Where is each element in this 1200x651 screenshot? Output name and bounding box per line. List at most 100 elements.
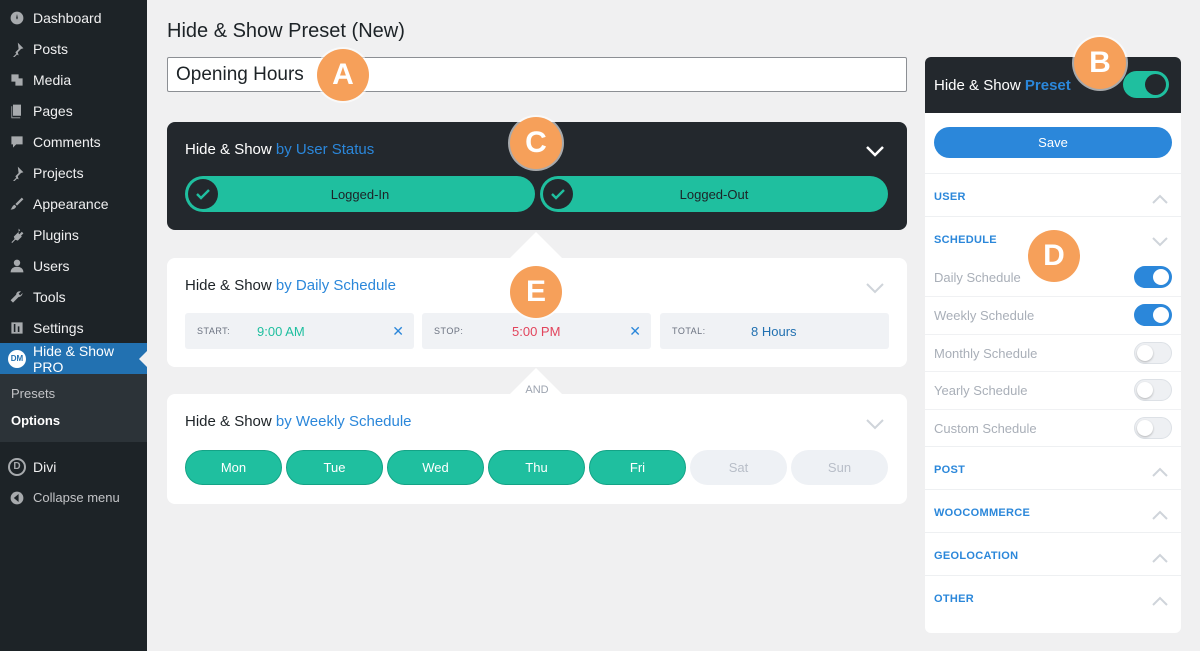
sidebar-item-label: Divi [33,458,57,475]
day-toggle-thu[interactable]: Thu [488,450,585,485]
annotation-marker-a: A [317,49,369,101]
clear-icon[interactable]: ✕ [392,323,404,340]
user-status-title: Hide & Show by User Status [185,141,375,158]
weekly-schedule-title: Hide & Show by Weekly Schedule [185,413,412,430]
check-icon [188,179,218,209]
sidebar-item-media[interactable]: Media [0,64,147,95]
comment-icon [8,133,26,151]
section-other[interactable]: OTHER [925,575,1181,618]
sidebar-item-divi[interactable]: D Divi [0,451,147,482]
sidebar-item-label: Pages [33,102,73,119]
sidebar-item-posts[interactable]: Posts [0,33,147,64]
sidebar-item-label: Posts [33,40,69,57]
option-custom-schedule: Custom Schedule [925,409,1181,446]
submenu-item-presets[interactable]: Presets [0,380,147,407]
dashboard-icon [8,9,26,27]
option-weekly-schedule: Weekly Schedule [925,296,1181,333]
sidebar-item-label: Dashboard [33,9,102,26]
sidebar-item-label: Plugins [33,226,79,243]
day-toggle-mon[interactable]: Mon [185,450,282,485]
chevron-up-icon [1152,593,1168,606]
chevron-down-icon [1152,234,1168,247]
chevron-up-icon [1152,507,1168,520]
preset-name-input[interactable] [167,57,907,92]
user-icon [8,257,26,275]
chevron-up-icon [1152,550,1168,563]
sidebar-item-label: Settings [33,319,84,336]
preset-enabled-toggle[interactable] [1123,71,1169,98]
sidebar-item-projects[interactable]: Projects [0,157,147,188]
sidebar-item-pages[interactable]: Pages [0,95,147,126]
pin-icon [8,40,26,58]
sidebar-item-settings[interactable]: Settings [0,312,147,343]
connector-arrow [510,232,562,258]
panel-header: Hide & Show Preset [925,57,1181,113]
sidebar-item-tools[interactable]: Tools [0,281,147,312]
check-icon [543,179,573,209]
collapse-menu-button[interactable]: Collapse menu [0,482,147,513]
sidebar-item-label: Appearance [33,195,109,212]
media-icon [8,71,26,89]
collapse-chevron-icon[interactable] [865,144,885,157]
collapse-arrow-icon [8,489,26,507]
sidebar-item-dashboard[interactable]: Dashboard [0,2,147,33]
day-toggle-fri[interactable]: Fri [589,450,686,485]
sidebar-item-appearance[interactable]: Appearance [0,188,147,219]
day-toggle-sun[interactable]: Sun [791,450,888,485]
sidebar-item-plugins[interactable]: Plugins [0,219,147,250]
chevron-up-icon [1152,191,1168,204]
sidebar-item-users[interactable]: Users [0,250,147,281]
pin-icon [8,164,26,182]
daily-schedule-toggle[interactable] [1134,266,1172,288]
day-toggle-sat[interactable]: Sat [690,450,787,485]
sidebar-item-hide-show-pro[interactable]: DM Hide & Show PRO [0,343,147,375]
sidebar-item-label: Tools [33,288,66,305]
stop-time-field[interactable]: STOP: 5:00 PM ✕ [422,313,651,349]
expand-chevron-icon[interactable] [865,417,885,430]
logged-in-option[interactable]: Logged-In [185,176,535,212]
custom-schedule-toggle[interactable] [1134,417,1172,439]
annotation-marker-c: C [510,117,562,169]
weekly-schedule-toggle[interactable] [1134,304,1172,326]
option-monthly-schedule: Monthly Schedule [925,334,1181,371]
sidebar-item-label: Collapse menu [33,490,120,505]
section-woocommerce[interactable]: WOOCOMMERCE [925,489,1181,532]
daily-schedule-title: Hide & Show by Daily Schedule [185,277,396,294]
logged-out-option[interactable]: Logged-Out [540,176,888,212]
weekly-schedule-card: Hide & Show by Weekly Schedule Mon Tue W… [167,394,907,504]
section-user[interactable]: USER [925,173,1181,216]
annotation-marker-d: D [1028,230,1080,282]
total-time-value: 8 Hours [751,323,797,339]
sidebar-item-comments[interactable]: Comments [0,126,147,157]
sidebar-item-label: Media [33,71,72,88]
section-post[interactable]: POST [925,446,1181,489]
monthly-schedule-toggle[interactable] [1134,342,1172,364]
submenu-item-options[interactable]: Options [0,407,147,434]
stop-time-value: 5:00 PM [512,323,561,339]
divi-logo-icon: D [8,457,26,476]
sidebar-item-label: Projects [33,164,84,181]
panel-title: Hide & Show Preset [934,77,1071,94]
chevron-up-icon [1152,464,1168,477]
day-toggle-wed[interactable]: Wed [387,450,484,485]
section-geolocation[interactable]: GEOLOCATION [925,532,1181,575]
divi-magic-logo-icon: DM [8,349,26,368]
option-yearly-schedule: Yearly Schedule [925,371,1181,408]
start-time-field[interactable]: START: 9:00 AM ✕ [185,313,414,349]
clear-icon[interactable]: ✕ [629,323,641,340]
annotation-marker-b: B [1074,37,1126,89]
day-toggle-tue[interactable]: Tue [286,450,383,485]
total-time-field: TOTAL: 8 Hours [660,313,889,349]
plug-icon [8,226,26,244]
preset-settings-panel: Hide & Show Preset Save USER SCHEDULE Da… [925,57,1181,633]
wrench-icon [8,288,26,306]
sidebar-submenu: Presets Options [0,374,147,442]
save-button[interactable]: Save [934,127,1172,158]
sidebar-item-label: Users [33,257,70,274]
sliders-icon [8,319,26,337]
annotation-marker-e: E [510,266,562,318]
brush-icon [8,195,26,213]
expand-chevron-icon[interactable] [865,281,885,294]
yearly-schedule-toggle[interactable] [1134,379,1172,401]
start-time-value: 9:00 AM [257,323,305,339]
